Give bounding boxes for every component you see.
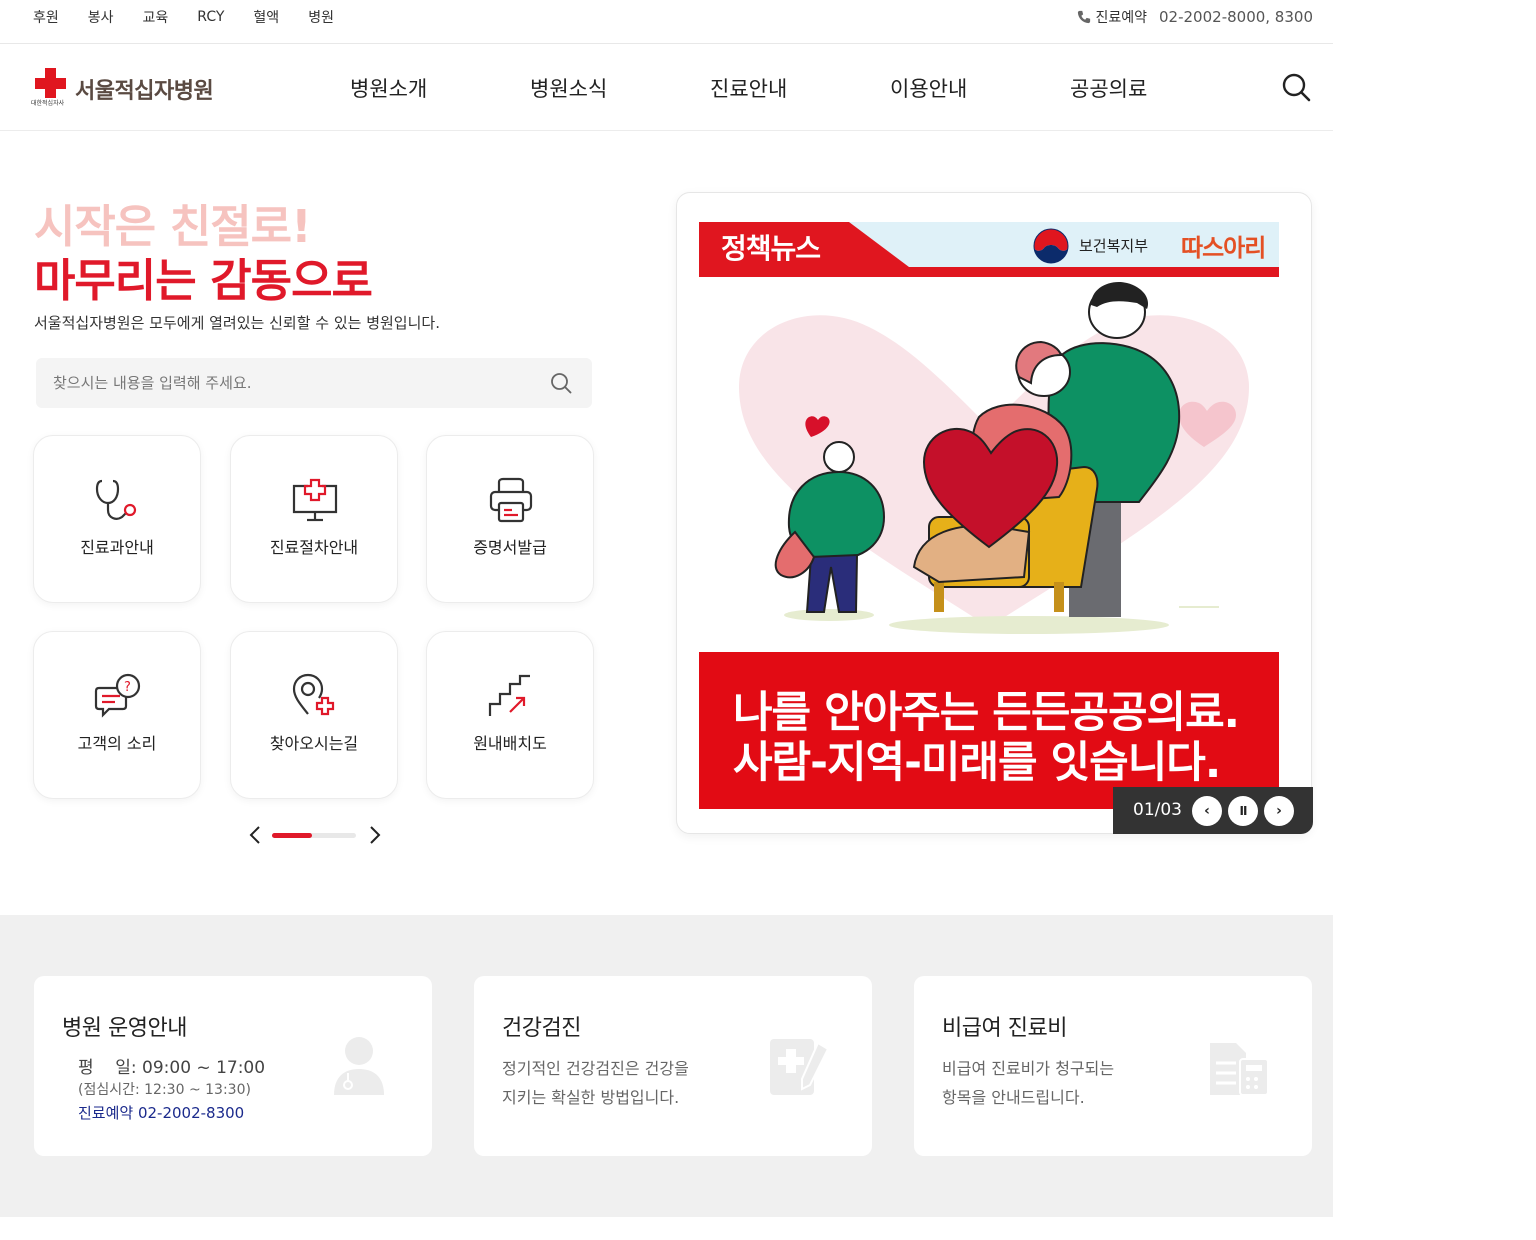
quick-menu-label: 찾아오시는길 — [269, 734, 359, 753]
banner-pause-button[interactable]: II — [1228, 796, 1258, 826]
logo-subtext: 대한적십자사 — [31, 100, 65, 107]
red-cross-icon: 대한적십자사 — [31, 68, 69, 112]
medical-monitor-icon — [292, 478, 338, 522]
reservation-label: 진료예약 — [1095, 10, 1148, 26]
quick-menu-label: 진료과안내 — [80, 538, 154, 557]
quick-menu-next-icon[interactable] — [368, 825, 382, 845]
quick-menu-prev-icon[interactable] — [248, 825, 262, 845]
chevron-left-icon: ‹ — [1204, 803, 1210, 819]
banner-brand: 따스아리 — [1181, 234, 1266, 262]
quick-menu-progress-fill — [272, 833, 313, 838]
banner-counter: 01/03 — [1133, 800, 1182, 820]
medical-chart-icon — [770, 1039, 830, 1095]
header: 대한적십자사 서울적십자병원 병원소개 병원소식 진료안내 이용안내 공공의료 — [0, 44, 1333, 131]
utility-links: 후원 봉사 교육 RCY 혈액 병원 — [33, 0, 363, 34]
card-description-line2: 항목을 안내드립니다. — [942, 1088, 1085, 1107]
info-section: 병원 운영안내 평 일: 09:00 ~ 17:00 (점심시간: 12:30 … — [0, 915, 1333, 1217]
banner-prev-button[interactable]: ‹ — [1192, 796, 1222, 826]
card-title: 비급여 진료비 — [942, 1016, 1067, 1041]
hero-title-line2: 마무리는 감동으로 — [34, 254, 373, 307]
quick-menu-item-customer-voice[interactable]: ? 고객의 소리 — [33, 631, 201, 799]
stethoscope-icon — [95, 479, 137, 520]
util-link-donate[interactable]: 후원 — [33, 7, 59, 27]
quick-menu-label: 증명서발급 — [473, 538, 547, 557]
nav-treatment[interactable]: 진료안내 — [710, 73, 890, 103]
hero-description: 서울적십자병원은 모두에게 열려있는 신뢰할 수 있는 병원입니다. — [34, 314, 440, 332]
banner-image: 정책뉴스 보건복지부 따스아리 나를 안아주는 든든공공의료. 사람-지역-미래… — [699, 222, 1279, 809]
banner-headline-line2: 사람-지역-미래를 잇습니다. — [733, 738, 1221, 788]
quick-menu-label: 원내배치도 — [473, 734, 547, 753]
phone-icon — [1078, 10, 1091, 24]
hero-search-box — [36, 358, 592, 408]
printer-icon — [489, 477, 533, 523]
quick-menu-label: 진료절차안내 — [269, 538, 359, 557]
nav-public-health[interactable]: 공공의료 — [1070, 73, 1250, 103]
banner-headline-box: 나를 안아주는 든든공공의료. 사람-지역-미래를 잇습니다. — [699, 652, 1279, 809]
svg-text:?: ? — [124, 680, 131, 695]
logo[interactable]: 대한적십자사 서울적십자병원 — [31, 68, 214, 112]
location-pin-icon — [292, 673, 335, 716]
util-link-rcy[interactable]: RCY — [197, 9, 224, 25]
doctor-icon — [334, 1037, 384, 1095]
nav-about[interactable]: 병원소개 — [350, 73, 530, 103]
card-title: 병원 운영안내 — [62, 1016, 187, 1041]
family-hug-illustration — [699, 277, 1279, 652]
quick-menu-item-procedure[interactable]: 진료절차안내 — [230, 435, 398, 603]
util-link-hospital[interactable]: 병원 — [308, 7, 334, 27]
banner-controls: 01/03 ‹ II › — [1113, 787, 1313, 834]
quick-menu-item-directions[interactable]: 찾아오시는길 — [230, 631, 398, 799]
card-title: 건강검진 — [502, 1016, 581, 1041]
policy-banner[interactable]: 정책뉴스 보건복지부 따스아리 나를 안아주는 든든공공의료. 사람-지역-미래… — [676, 192, 1312, 834]
search-icon[interactable] — [550, 372, 572, 394]
government-emblem-icon — [1033, 228, 1069, 264]
hero-search-input[interactable] — [36, 358, 536, 408]
quick-menu-item-certificate[interactable]: 증명서발급 — [426, 435, 594, 603]
util-link-education[interactable]: 교육 — [143, 7, 169, 27]
banner-tag: 정책뉴스 — [721, 232, 821, 265]
quick-menu-item-floor-map[interactable]: 원내배치도 — [426, 631, 594, 799]
quick-menu-progress — [272, 833, 356, 838]
card-health-checkup[interactable]: 건강검진 정기적인 건강검진은 건강을 지키는 확실한 방법입니다. — [474, 976, 872, 1156]
nav-news[interactable]: 병원소식 — [530, 73, 710, 103]
nav-usage[interactable]: 이용안내 — [890, 73, 1070, 103]
banner-ministry: 보건복지부 — [1079, 237, 1149, 255]
speech-bubble-icon: ? — [94, 673, 141, 718]
utility-bar: 후원 봉사 교육 RCY 혈액 병원 진료예약 02-2002-8000, 83… — [0, 0, 1333, 44]
card-description: 정기적인 건강검진은 건강을 지키는 확실한 방법입니다. — [502, 1054, 689, 1112]
quick-menu-label: 고객의 소리 — [77, 734, 157, 753]
pause-icon: II — [1239, 804, 1248, 818]
lunch-hours: (점심시간: 12:30 ~ 13:30) — [78, 1082, 251, 1098]
card-description-line1: 정기적인 건강검진은 건강을 — [502, 1059, 689, 1078]
search-icon[interactable] — [1281, 72, 1311, 102]
reservation-phone: 진료예약 02-2002-8000, 8300 — [1077, 0, 1313, 34]
chevron-right-icon: › — [1276, 803, 1282, 819]
main-nav: 병원소개 병원소식 진료안내 이용안내 공공의료 — [350, 44, 1250, 131]
fee-document-icon — [1210, 1043, 1269, 1096]
card-description: 비급여 진료비가 청구되는 항목을 안내드립니다. — [942, 1054, 1114, 1112]
card-description-line1: 비급여 진료비가 청구되는 — [942, 1059, 1115, 1078]
reservation-number: 02-2002-8000, 8300 — [1159, 8, 1313, 26]
reservation-link[interactable]: 진료예약 02-2002-8300 — [78, 1102, 244, 1123]
util-link-blood[interactable]: 혈액 — [253, 7, 279, 27]
page: 후원 봉사 교육 RCY 혈액 병원 진료예약 02-2002-8000, 83… — [0, 0, 1333, 1240]
card-non-covered-fees[interactable]: 비급여 진료비 비급여 진료비가 청구되는 항목을 안내드립니다. — [914, 976, 1312, 1156]
stairs-icon — [488, 674, 530, 716]
banner-next-button[interactable]: › — [1264, 796, 1294, 826]
util-link-volunteer[interactable]: 봉사 — [88, 7, 114, 27]
card-description-line2: 지키는 확실한 방법입니다. — [502, 1088, 680, 1107]
quick-menu-item-departments[interactable]: 진료과안내 — [33, 435, 201, 603]
banner-top-strip: 정책뉴스 보건복지부 따스아리 — [699, 222, 1279, 277]
logo-text: 서울적십자병원 — [75, 79, 214, 104]
weekday-hours: 평 일: 09:00 ~ 17:00 — [78, 1058, 266, 1078]
card-hospital-hours[interactable]: 병원 운영안내 평 일: 09:00 ~ 17:00 (점심시간: 12:30 … — [34, 976, 432, 1156]
